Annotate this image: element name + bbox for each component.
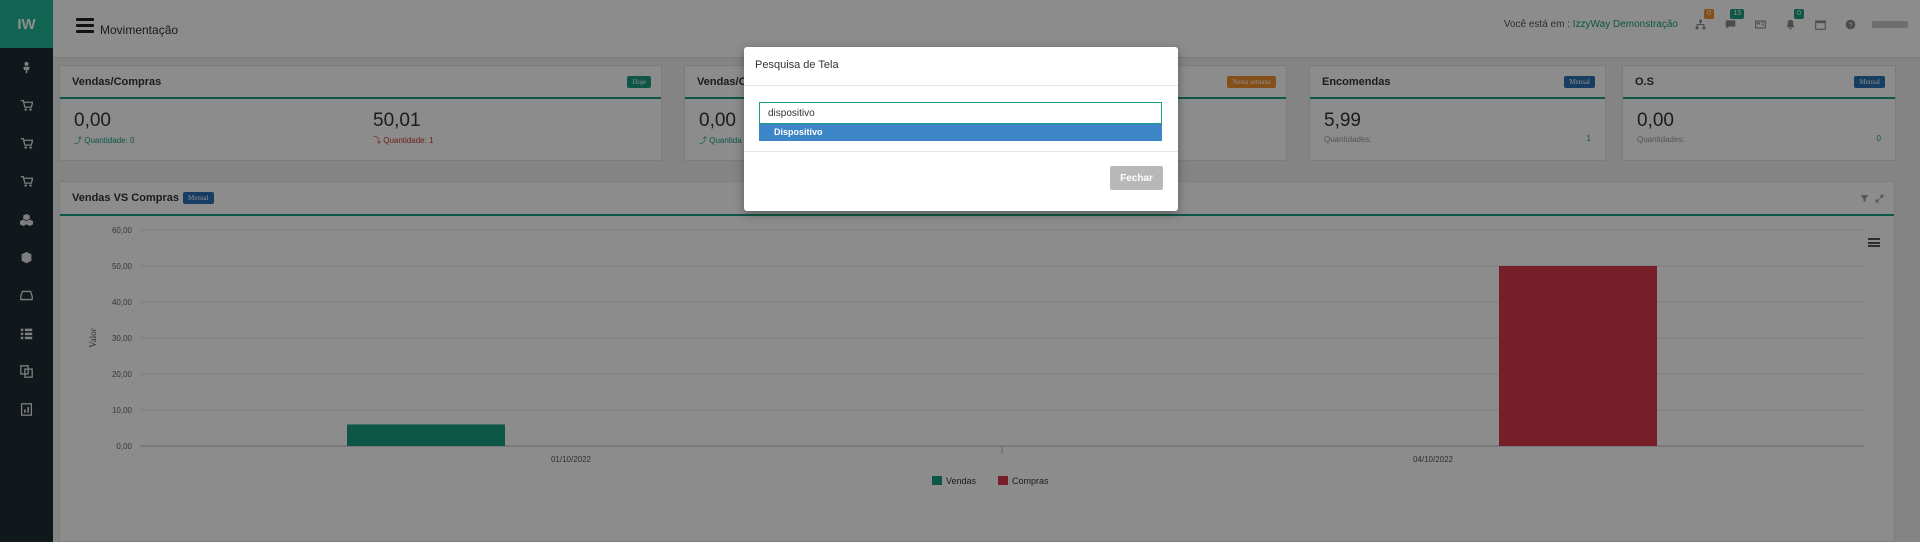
screen-search-input[interactable] xyxy=(759,102,1162,124)
screen-search-modal: Pesquisa de Tela Dispositivo Fechar xyxy=(744,47,1178,211)
modal-title: Pesquisa de Tela xyxy=(744,47,1178,86)
close-button[interactable]: Fechar xyxy=(1110,166,1163,190)
search-suggestion[interactable]: Dispositivo xyxy=(759,124,1162,141)
